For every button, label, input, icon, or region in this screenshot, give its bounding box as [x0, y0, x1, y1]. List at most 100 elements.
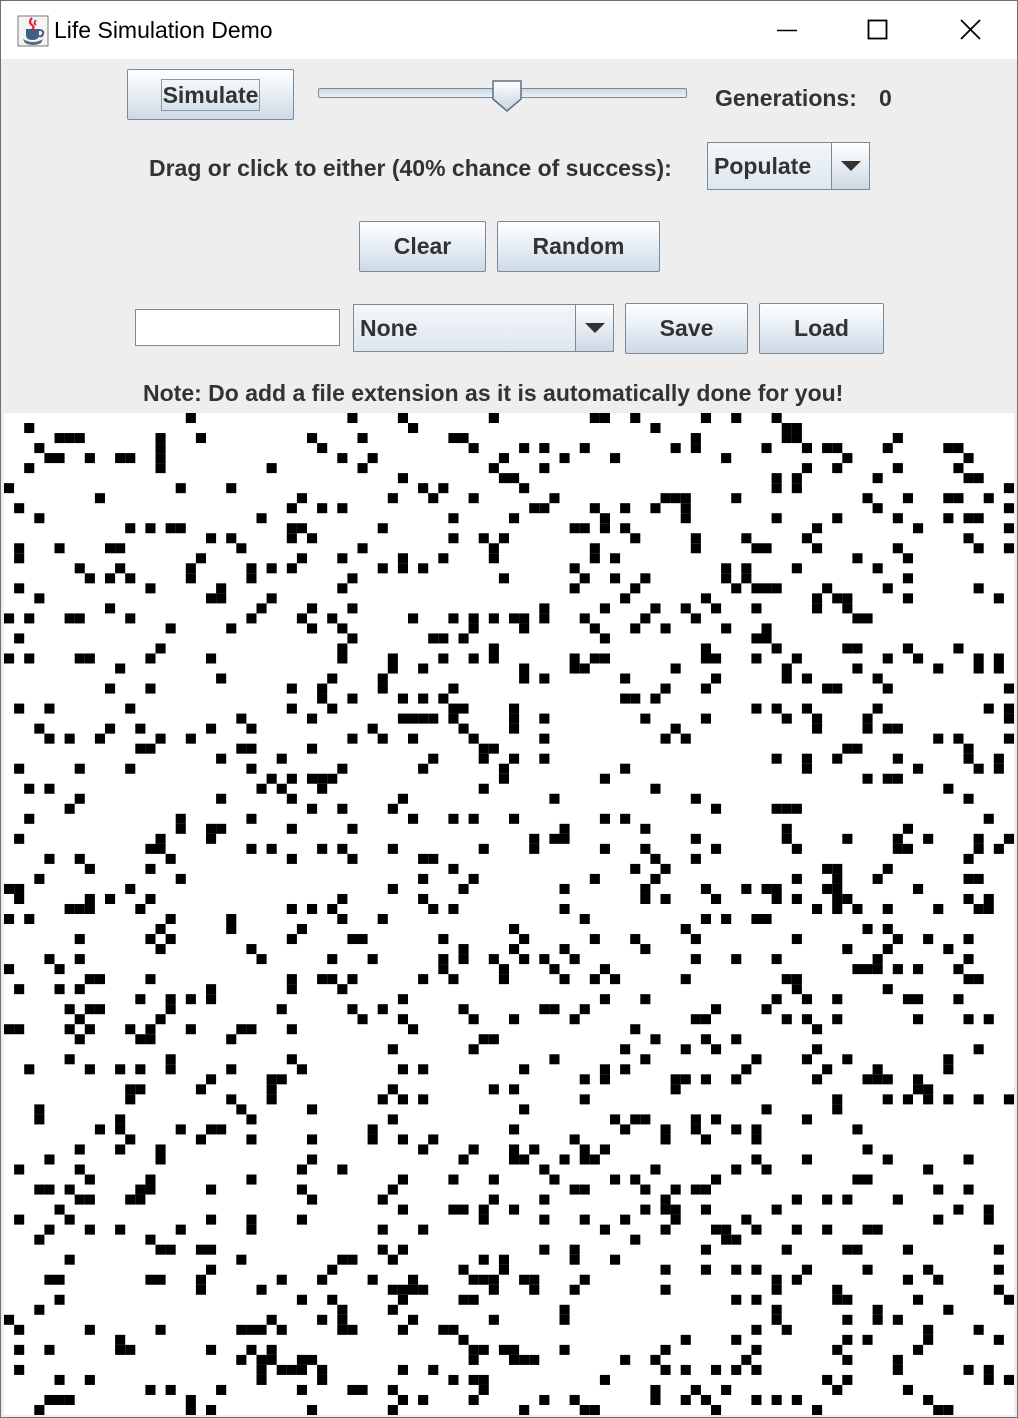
live-cell[interactable]	[781, 423, 792, 434]
live-cell[interactable]	[206, 723, 217, 734]
live-cell[interactable]	[650, 423, 661, 434]
live-cell[interactable]	[539, 443, 550, 454]
live-cell[interactable]	[165, 914, 176, 925]
live-cell[interactable]	[216, 1124, 227, 1135]
live-cell[interactable]	[286, 903, 297, 914]
live-cell[interactable]	[569, 1014, 580, 1025]
live-cell[interactable]	[559, 1314, 570, 1325]
live-cell[interactable]	[135, 1194, 146, 1205]
live-cell[interactable]	[700, 653, 711, 664]
live-cell[interactable]	[54, 1274, 65, 1285]
live-cell[interactable]	[862, 1174, 873, 1185]
live-cell[interactable]	[296, 1214, 307, 1225]
live-cell[interactable]	[94, 733, 105, 744]
live-cell[interactable]	[408, 613, 419, 624]
live-cell[interactable]	[751, 633, 762, 644]
live-cell[interactable]	[791, 1394, 802, 1405]
live-cell[interactable]	[24, 914, 35, 925]
live-cell[interactable]	[135, 1184, 146, 1195]
live-cell[interactable]	[317, 1314, 328, 1325]
live-cell[interactable]	[599, 413, 610, 424]
live-cell[interactable]	[509, 1144, 520, 1155]
live-cell[interactable]	[14, 984, 25, 995]
live-cell[interactable]	[307, 713, 318, 724]
live-cell[interactable]	[14, 543, 25, 554]
live-cell[interactable]	[640, 1184, 651, 1195]
live-cell[interactable]	[670, 1204, 681, 1215]
live-cell[interactable]	[630, 1234, 641, 1245]
live-cell[interactable]	[882, 723, 893, 734]
live-cell[interactable]	[296, 523, 307, 534]
live-cell[interactable]	[397, 413, 408, 424]
live-cell[interactable]	[852, 743, 863, 754]
live-cell[interactable]	[620, 1124, 631, 1135]
live-cell[interactable]	[337, 1304, 348, 1315]
live-cell[interactable]	[731, 493, 742, 504]
live-cell[interactable]	[741, 883, 752, 894]
live-cell[interactable]	[468, 1014, 479, 1025]
live-cell[interactable]	[690, 833, 701, 844]
live-cell[interactable]	[206, 1344, 217, 1355]
live-cell[interactable]	[741, 1354, 752, 1365]
live-cell[interactable]	[650, 603, 661, 614]
live-cell[interactable]	[892, 513, 903, 524]
live-cell[interactable]	[902, 593, 913, 604]
live-cell[interactable]	[498, 1344, 509, 1355]
live-cell[interactable]	[812, 723, 823, 734]
live-cell[interactable]	[145, 1034, 156, 1045]
live-cell[interactable]	[317, 974, 328, 985]
live-cell[interactable]	[246, 813, 257, 824]
live-cell[interactable]	[650, 1394, 661, 1405]
live-cell[interactable]	[791, 433, 802, 444]
live-cell[interactable]	[700, 883, 711, 894]
live-cell[interactable]	[105, 893, 116, 904]
live-cell[interactable]	[983, 703, 994, 714]
live-cell[interactable]	[781, 1324, 792, 1335]
live-cell[interactable]	[610, 1174, 621, 1185]
live-cell[interactable]	[983, 1204, 994, 1215]
live-cell[interactable]	[832, 863, 843, 874]
live-cell[interactable]	[337, 914, 348, 925]
live-cell[interactable]	[105, 603, 116, 614]
live-cell[interactable]	[509, 1204, 520, 1215]
live-cell[interactable]	[913, 1014, 924, 1025]
live-cell[interactable]	[34, 513, 45, 524]
live-cell[interactable]	[731, 1074, 742, 1085]
live-cell[interactable]	[882, 773, 893, 784]
live-cell[interactable]	[882, 944, 893, 955]
live-cell[interactable]	[771, 893, 782, 904]
live-cell[interactable]	[892, 964, 903, 975]
live-cell[interactable]	[418, 663, 429, 674]
live-cell[interactable]	[599, 843, 610, 854]
live-cell[interactable]	[347, 633, 358, 644]
live-cell[interactable]	[347, 603, 358, 614]
live-cell[interactable]	[872, 1304, 883, 1315]
live-cell[interactable]	[589, 553, 600, 564]
live-cell[interactable]	[569, 523, 580, 534]
live-cell[interactable]	[579, 1094, 590, 1105]
live-cell[interactable]	[882, 863, 893, 874]
file-dropdown[interactable]: None	[353, 304, 614, 352]
live-cell[interactable]	[428, 1364, 439, 1375]
live-cell[interactable]	[347, 733, 358, 744]
live-cell[interactable]	[246, 843, 257, 854]
live-cell[interactable]	[943, 944, 954, 955]
live-cell[interactable]	[902, 994, 913, 1005]
live-cell[interactable]	[246, 1114, 257, 1125]
live-cell[interactable]	[216, 793, 227, 804]
live-cell[interactable]	[801, 673, 812, 684]
live-cell[interactable]	[387, 1304, 398, 1315]
live-cell[interactable]	[690, 793, 701, 804]
live-cell[interactable]	[751, 1054, 762, 1065]
live-cell[interactable]	[589, 1154, 600, 1165]
live-cell[interactable]	[569, 653, 580, 664]
live-cell[interactable]	[771, 1204, 782, 1215]
live-cell[interactable]	[872, 1074, 883, 1085]
live-cell[interactable]	[791, 843, 802, 854]
live-cell[interactable]	[872, 473, 883, 484]
live-cell[interactable]	[902, 553, 913, 564]
live-cell[interactable]	[428, 853, 439, 864]
live-cell[interactable]	[640, 823, 651, 834]
live-cell[interactable]	[448, 974, 459, 985]
live-cell[interactable]	[852, 663, 863, 674]
